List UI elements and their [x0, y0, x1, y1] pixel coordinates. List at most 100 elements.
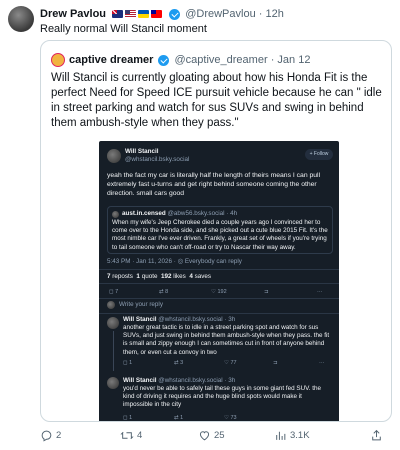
screenshot-author-name: Will Stancil — [125, 148, 159, 155]
post-stats: 7 reposts 1 quote 192 likes 4 saves — [107, 273, 211, 281]
reply2-header: Will Stancil @whstancil.bsky.social · 3h — [123, 377, 235, 385]
heart-icon: ♡ — [224, 360, 229, 366]
post-timestamp: 5:43 PM · Jan 11, 2026 · ◎ Everybody can… — [107, 258, 242, 265]
heart-icon: ♡ — [211, 289, 216, 295]
reply1-likes: ♡ 77 — [224, 359, 237, 367]
reply2-replies-count: 1 — [129, 415, 133, 421]
screenshot-avatar — [107, 149, 121, 163]
divider — [99, 283, 339, 284]
embed-avatar — [112, 211, 119, 218]
more-icon: ··· — [317, 289, 323, 295]
quote-header: captive dreamer @captive_dreamer · Jan 1… — [51, 53, 311, 68]
quote-time: · Jan 12 — [270, 54, 311, 66]
quotes-count: 1 — [136, 273, 140, 280]
embed-header: aust.in.censed @abw56.bsky.social · 4h — [122, 210, 237, 218]
screenshot-reply-action: ◻ 7 — [109, 288, 118, 296]
reply2-likes: ♡ 73 — [224, 414, 237, 421]
divider — [99, 313, 339, 314]
like-button[interactable]: 25 — [198, 428, 225, 444]
saves-label: saves — [194, 273, 212, 280]
reply2-likes-count: 73 — [230, 415, 237, 421]
saves-count: 4 — [189, 273, 193, 280]
reposts-count: 7 — [107, 273, 111, 280]
views-button[interactable]: 3.1K — [274, 428, 310, 444]
reply2-handle: @whstancil.bsky.social · 3h — [158, 377, 236, 384]
heart-icon — [199, 431, 210, 441]
post-header: Drew Pavlou @DrewPavlou · 12h — [40, 6, 392, 22]
heart-icon: ♡ — [224, 415, 229, 421]
likes-label: likes — [173, 273, 186, 280]
share-button[interactable] — [370, 428, 386, 444]
repost-count: 4 — [137, 430, 143, 441]
repost-icon: ⇄ — [174, 415, 179, 421]
divider — [99, 298, 339, 299]
verified-badge-icon — [169, 8, 181, 20]
flag-us-icon — [125, 10, 137, 19]
quote-avatar — [51, 53, 65, 68]
author-flags — [112, 6, 164, 22]
reply1-avatar — [107, 317, 119, 329]
author-handle[interactable]: @DrewPavlou — [185, 8, 255, 20]
reply1-handle: @whstancil.bsky.social · 3h — [158, 316, 236, 323]
reply-icon — [41, 430, 52, 442]
reply2-avatar — [107, 377, 119, 389]
reply1-reposts-count: 3 — [180, 360, 184, 366]
screenshot-post-text: yeah the fact my car is literally half t… — [107, 172, 321, 197]
reply-button[interactable]: 2 — [40, 428, 61, 444]
reply-setting: Everybody can reply — [184, 258, 242, 265]
screenshot-more-action: ··· — [317, 288, 323, 296]
divider — [99, 269, 339, 270]
embed-text: When my wife's Jeep Cherokee died a coup… — [112, 219, 328, 251]
quote-text: Will Stancil is currently gloating about… — [51, 72, 382, 129]
reply2-text: you'd never be able to safely tail these… — [123, 385, 322, 409]
flag-ua-icon — [138, 10, 150, 19]
flag-au-icon — [112, 10, 124, 19]
post-text: Really normal Will Stancil moment — [40, 23, 207, 35]
reply2-reposts: ⇄ 1 — [174, 414, 183, 421]
screenshot-bookmark-action: ⊐ — [264, 288, 269, 296]
reply1-bookmark: ⊐ — [273, 359, 278, 367]
reply1-author-name: Will Stancil — [123, 316, 157, 323]
views-chart-icon — [276, 431, 286, 440]
reposts-label: reposts — [112, 273, 133, 280]
bookmark-icon: ⊐ — [264, 289, 269, 295]
screenshot-like-action: ♡ 192 — [211, 288, 227, 296]
bookmark-icon: ⊐ — [273, 360, 278, 366]
reply1-reposts: ⇄ 3 — [174, 359, 183, 367]
verified-badge-icon — [158, 54, 170, 66]
post-actions: 2 4 25 3.1K — [40, 428, 390, 444]
repost-icon: ⇄ — [174, 360, 179, 366]
reply1-likes-count: 77 — [230, 360, 237, 366]
reply-icon: ◻ — [123, 360, 128, 366]
share-icon — [372, 429, 381, 441]
author-name[interactable]: Drew Pavlou — [40, 8, 106, 20]
post-time[interactable]: · 12h — [259, 8, 284, 20]
quoted-post[interactable]: captive dreamer @captive_dreamer · Jan 1… — [40, 40, 392, 422]
write-reply-prompt: Write your reply — [119, 301, 163, 308]
reply-composer-avatar — [107, 301, 115, 309]
embed-author-handle: @abw56.bsky.social · 4h — [167, 210, 238, 217]
repost-button[interactable]: 4 — [120, 428, 142, 444]
timestamp: 5:43 PM · Jan 11, 2026 — [107, 258, 172, 265]
views-count: 3.1K — [290, 430, 310, 441]
reply1-text: another great tactic is to idle in a str… — [123, 324, 330, 356]
thread-line — [113, 331, 114, 371]
screenshot-author-handle: @whstancil.bsky.social — [125, 156, 190, 163]
more-icon: ··· — [319, 360, 325, 366]
screenshot-repost-action: ⇄ 8 — [159, 288, 168, 296]
reply-count: 2 — [56, 430, 62, 441]
like-count: 25 — [214, 430, 225, 441]
repost-icon: ⇄ — [159, 289, 164, 295]
follow-button: + Follow — [305, 149, 333, 160]
reply1-more: ··· — [319, 359, 325, 367]
quote-author-name: captive dreamer — [69, 54, 154, 66]
bluesky-screenshot[interactable]: Will Stancil @whstancil.bsky.social + Fo… — [99, 141, 339, 421]
author-avatar[interactable] — [8, 6, 34, 32]
repost-icon — [120, 431, 134, 440]
post: Drew Pavlou @DrewPavlou · 12h Really nor… — [0, 0, 400, 450]
likes-count: 192 — [160, 273, 172, 280]
reply-count: 7 — [115, 289, 119, 295]
reply-icon: ◻ — [109, 289, 114, 295]
globe-icon: ◎ — [177, 258, 184, 265]
embedded-post: aust.in.censed @abw56.bsky.social · 4h W… — [107, 206, 333, 254]
